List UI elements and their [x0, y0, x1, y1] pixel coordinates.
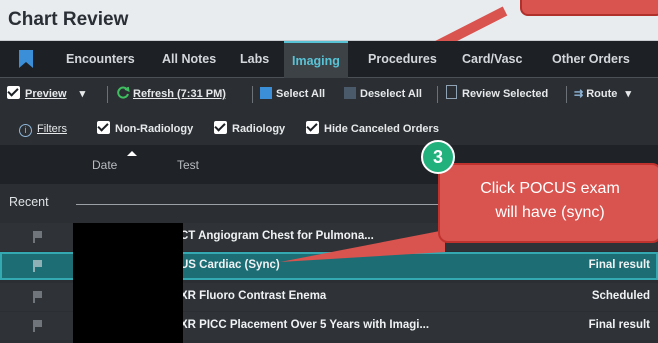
route-button[interactable]: ⇉ Route ▾ [574, 78, 631, 110]
non-radiology-label: Non-Radiology [115, 123, 194, 135]
hide-canceled-filter[interactable]: Hide Canceled Orders [306, 114, 439, 144]
filters-button[interactable]: i Filters [19, 114, 67, 144]
refresh-button[interactable]: Refresh (7:31 PM) [116, 78, 226, 110]
toolbar: Preview ▾ Refresh (7:31 PM) Select All D… [0, 78, 658, 110]
separator [566, 86, 567, 103]
separator [437, 86, 438, 103]
filters-label: Filters [37, 123, 67, 135]
test-name: XR Fluoro Contrast Enema [180, 290, 327, 302]
preview-button[interactable]: Preview ▾ [7, 78, 85, 110]
route-label: Route [586, 88, 618, 100]
result-status: Final result [588, 259, 650, 271]
result-status: Final result [588, 319, 650, 331]
review-selected-button[interactable]: Review Selected [446, 78, 548, 110]
callout-line-1: Click POCUS exam [480, 180, 620, 197]
radiology-filter[interactable]: Radiology [214, 114, 285, 144]
hide-canceled-label: Hide Canceled Orders [324, 123, 439, 135]
document-icon [446, 85, 457, 99]
tab-procedures[interactable]: Procedures [368, 41, 437, 77]
hide-canceled-checkbox[interactable] [306, 121, 319, 134]
chevron-down-icon[interactable]: ▾ [80, 88, 86, 100]
sort-caret-icon [127, 151, 137, 156]
flag-icon[interactable] [33, 291, 43, 303]
tab-other-orders[interactable]: Other Orders [552, 41, 630, 77]
callout-pointer [280, 230, 445, 262]
chevron-down-icon[interactable]: ▾ [625, 88, 631, 100]
separator [107, 86, 108, 103]
step-badge: 3 [421, 140, 455, 174]
tab-encounters[interactable]: Encounters [66, 41, 135, 77]
window-title: Chart Review [8, 9, 129, 30]
radiology-label: Radiology [232, 123, 286, 135]
tab-labs[interactable]: Labs [240, 41, 269, 77]
deselect-all-icon [344, 87, 356, 99]
tab-imaging[interactable]: Imaging [284, 41, 348, 79]
callout-top [520, 0, 658, 16]
select-all-button[interactable]: Select All [260, 78, 325, 110]
deselect-all-button[interactable]: Deselect All [344, 78, 422, 110]
tab-bar: Encounters All Notes Labs Imaging Proced… [0, 41, 658, 79]
select-all-label: Select All [276, 88, 326, 100]
refresh-icon [117, 86, 130, 99]
route-icon: ⇉ [574, 88, 584, 100]
bookmark-flag-icon[interactable] [18, 50, 34, 68]
preview-label: Preview [25, 88, 67, 100]
column-header-date[interactable]: Date [92, 158, 117, 172]
info-icon: i [19, 124, 32, 137]
tab-card-vasc[interactable]: Card/Vasc [462, 41, 522, 77]
radiology-checkbox[interactable] [214, 121, 227, 134]
callout-line-2: will have (sync) [495, 204, 605, 221]
flag-icon[interactable] [33, 231, 43, 243]
column-header-test[interactable]: Test [177, 158, 199, 172]
annotation-callout: Click POCUS exam will have (sync) [438, 163, 658, 243]
test-name: XR PICC Placement Over 5 Years with Imag… [180, 319, 430, 331]
non-radiology-filter[interactable]: Non-Radiology [97, 114, 193, 144]
tab-all-notes[interactable]: All Notes [162, 41, 216, 77]
flag-icon[interactable] [33, 260, 43, 272]
select-all-icon [260, 87, 272, 99]
deselect-all-label: Deselect All [360, 88, 422, 100]
filter-bar: i Filters Non-Radiology Radiology Hide Ca… [0, 114, 658, 144]
refresh-label: Refresh (7:31 PM) [133, 88, 226, 100]
non-radiology-checkbox[interactable] [97, 121, 110, 134]
test-name: US Cardiac (Sync) [180, 259, 280, 271]
review-selected-label: Review Selected [462, 88, 549, 100]
section-label: Recent [9, 195, 49, 209]
redaction-block [73, 223, 183, 343]
preview-checkbox[interactable] [7, 86, 20, 99]
separator [252, 86, 253, 103]
result-status: Scheduled [591, 290, 650, 302]
flag-icon[interactable] [33, 320, 43, 332]
